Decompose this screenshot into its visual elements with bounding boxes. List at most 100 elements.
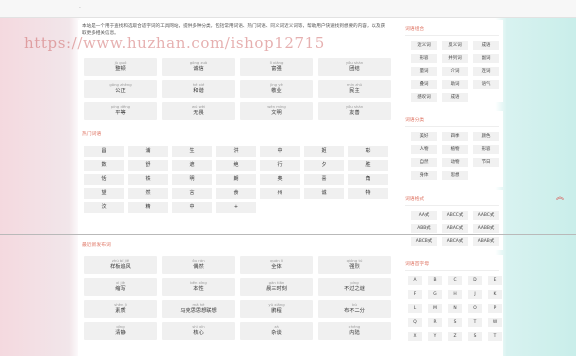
letter-link[interactable]: F — [408, 290, 422, 299]
char-button[interactable]: 铁 — [128, 174, 168, 185]
char-button[interactable]: 言 — [172, 188, 212, 199]
char-button[interactable]: 明 — [172, 174, 212, 185]
word-card[interactable]: lǐ xiǎng 富强 — [240, 58, 313, 76]
char-button[interactable]: 州 — [260, 188, 300, 199]
word-card[interactable]: yǒu shàn 友善 — [318, 102, 391, 120]
letter-link[interactable]: L — [408, 304, 422, 313]
letter-link[interactable]: H — [448, 290, 462, 299]
side-link[interactable]: 人物 — [411, 145, 437, 154]
format-link[interactable]: ABB式 — [411, 224, 437, 233]
char-button[interactable]: 诚 — [304, 188, 344, 199]
side-link[interactable]: 连词 — [473, 67, 499, 76]
char-button[interactable]: 食 — [216, 188, 256, 199]
side-link[interactable]: 形容 — [473, 145, 499, 154]
word-card[interactable]: wú wèi 无畏 — [162, 102, 235, 120]
char-button[interactable]: 洪 — [216, 146, 256, 157]
char-button[interactable]: 精 — [128, 202, 168, 213]
char-button[interactable]: 生 — [172, 146, 212, 157]
side-link[interactable]: 并列词 — [442, 54, 468, 63]
word-card[interactable]: gǎn tiān 晨三时刻 — [240, 278, 313, 296]
format-link[interactable]: AABB式 — [473, 224, 499, 233]
char-button[interactable]: 数 — [84, 160, 124, 171]
char-button[interactable]: 绝 — [216, 160, 256, 171]
char-button[interactable]: 浦 — [128, 146, 168, 157]
letter-link[interactable]: J — [468, 290, 482, 299]
char-button[interactable]: + — [216, 202, 256, 213]
side-link[interactable]: 形容 — [411, 54, 437, 63]
word-card[interactable]: zhú bǐ jiě 样板追风 — [84, 256, 157, 274]
side-link[interactable]: 介词 — [442, 67, 468, 76]
side-link[interactable]: 量词 — [411, 67, 437, 76]
char-button[interactable]: 行 — [260, 160, 300, 171]
side-link[interactable]: 成语 — [442, 93, 468, 102]
format-link[interactable]: ABCB式 — [411, 237, 437, 246]
word-card[interactable]: xì jiè 缩写 — [84, 278, 157, 296]
word-card[interactable]: mǎ hè 马克思思想联想 — [162, 300, 235, 318]
side-link[interactable]: 反义词 — [442, 41, 468, 50]
letter-link[interactable]: R — [428, 318, 442, 327]
char-button[interactable]: 彰 — [348, 146, 388, 157]
word-card[interactable]: bù 布不二分 — [318, 300, 391, 318]
char-button[interactable]: 中 — [260, 146, 300, 157]
format-link[interactable]: ABCA式 — [442, 237, 468, 246]
char-button[interactable]: 恬 — [84, 174, 124, 185]
letter-link[interactable]: Z — [448, 332, 462, 341]
char-button[interactable]: 舒 — [128, 160, 168, 171]
word-card[interactable]: shèn jì 素质 — [84, 300, 157, 318]
format-link[interactable]: ABAC式 — [442, 224, 468, 233]
letter-link[interactable]: G — [428, 290, 442, 299]
char-button[interactable]: 姬 — [304, 146, 344, 157]
letter-link[interactable]: D — [468, 276, 482, 285]
char-button[interactable]: 喜 — [304, 174, 344, 185]
word-card[interactable]: wén míng 文明 — [240, 102, 313, 120]
word-card[interactable]: zá 杂谈 — [240, 322, 313, 340]
letter-link[interactable]: P — [488, 304, 502, 313]
letter-link[interactable]: X — [408, 332, 422, 341]
side-link[interactable]: 动物 — [442, 158, 468, 167]
letter-link[interactable]: S — [468, 332, 482, 341]
letter-link[interactable]: Q — [408, 318, 422, 327]
word-card[interactable]: píng děng 平等 — [84, 102, 157, 120]
letter-link[interactable]: O — [468, 304, 482, 313]
word-card[interactable]: mín zhǔ 民主 — [318, 80, 391, 98]
char-button[interactable]: 朗 — [216, 174, 256, 185]
char-button[interactable]: 奥 — [260, 174, 300, 185]
side-link[interactable]: 身体 — [411, 171, 437, 180]
word-card[interactable]: chéng 内陆 — [318, 322, 391, 340]
word-card[interactable]: shì xīn 核心 — [162, 322, 235, 340]
letter-link[interactable]: N — [448, 304, 462, 313]
letter-link[interactable]: E — [488, 276, 502, 285]
side-link[interactable]: 美好 — [411, 132, 437, 141]
letter-link[interactable]: A — [408, 276, 422, 285]
char-button[interactable]: 昌 — [84, 146, 124, 157]
side-link[interactable]: 思想 — [442, 171, 468, 180]
side-link[interactable]: 感叹词 — [411, 93, 437, 102]
letter-link[interactable]: S — [448, 318, 462, 327]
side-link[interactable]: 四季 — [442, 132, 468, 141]
char-button[interactable]: 中 — [172, 202, 212, 213]
side-link[interactable]: 成语 — [473, 41, 499, 50]
format-link[interactable]: AABC式 — [473, 211, 499, 220]
word-card[interactable]: gōng zuò 诚信 — [162, 58, 235, 76]
char-button[interactable]: 夕 — [304, 160, 344, 171]
side-link[interactable]: 副词 — [473, 54, 499, 63]
letter-link[interactable]: T — [488, 332, 502, 341]
word-card[interactable]: quán lì 全体 — [240, 256, 313, 274]
side-link[interactable]: 颜色 — [473, 132, 499, 141]
word-card[interactable]: jù guó 整顿 — [84, 58, 157, 76]
side-link[interactable]: 植物 — [442, 145, 468, 154]
format-link[interactable]: ABCC式 — [442, 211, 468, 220]
side-link[interactable]: 助词 — [442, 80, 468, 89]
word-card[interactable]: yǒu shàn 团结 — [318, 58, 391, 76]
word-card[interactable]: ǒu rán 偶然 — [162, 256, 235, 274]
char-button[interactable]: 望 — [84, 188, 124, 199]
side-link[interactable]: 语气 — [473, 80, 499, 89]
word-card[interactable]: yǔ xiāng 鹏程 — [240, 300, 313, 318]
back-to-top-icon[interactable]: ︽ — [553, 191, 567, 203]
letter-link[interactable]: C — [448, 276, 462, 285]
format-link[interactable]: ABAB式 — [473, 237, 499, 246]
letter-link[interactable]: B — [428, 276, 442, 285]
word-card[interactable]: píng 不过之谜 — [318, 278, 391, 296]
side-link[interactable]: 叠词 — [411, 80, 437, 89]
word-card[interactable]: jìng yè 敬业 — [240, 80, 313, 98]
